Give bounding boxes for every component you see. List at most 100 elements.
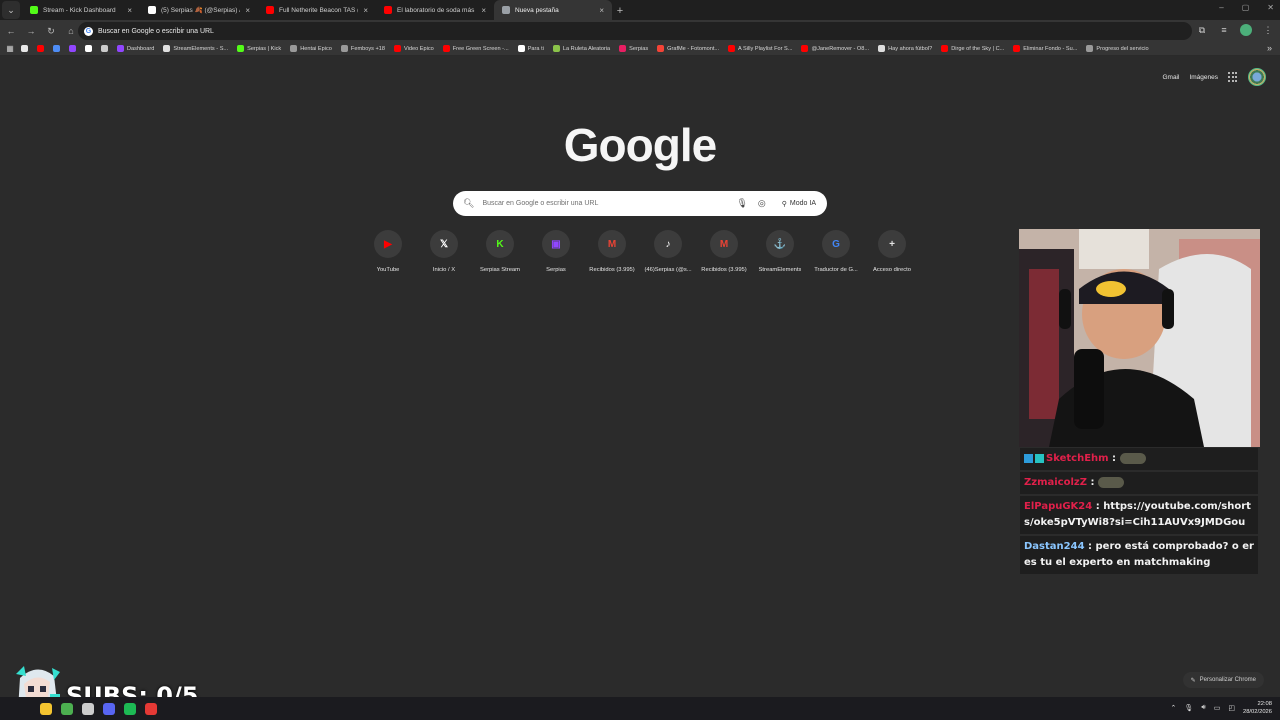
spotify-icon[interactable] (124, 702, 136, 715)
shortcut-label: Serpias (546, 267, 566, 273)
bookmark-item[interactable]: Serpias (619, 45, 648, 52)
bookmark-favicon-icon (53, 45, 60, 52)
shortcut-label: StreamElements (758, 267, 802, 273)
bookmark-item[interactable]: Progreso del servicio (1086, 45, 1149, 52)
shortcut-tile[interactable]: + Acceso directo (864, 230, 920, 273)
browser-tab[interactable]: Nueva pestaña × (494, 0, 612, 20)
browser-tab[interactable]: (5) Serpias 🍂 (@Serpias) / X × (140, 0, 258, 20)
tray-chevron-icon[interactable]: ⌃ (1171, 704, 1177, 712)
search-placeholder[interactable]: Buscar en Google o escribir una URL (482, 200, 736, 207)
back-button[interactable]: ← (2, 22, 20, 40)
discord-icon[interactable] (103, 702, 115, 715)
ai-mode-button[interactable]: ⚲ Modo IA (776, 195, 822, 212)
search-box[interactable]: 🔍︎ Buscar en Google o escribir una URL 🎙… (453, 191, 827, 216)
add-icon: + (878, 230, 906, 258)
maximize-button[interactable]: ▢ (1242, 3, 1250, 12)
bookmark-item[interactable]: Dirge of the Sky | C... (941, 45, 1004, 52)
google-apps-icon[interactable] (1228, 72, 1238, 82)
shortcut-tile[interactable]: ♪ (46)Serpias (@s... (640, 230, 696, 273)
bookmark-item[interactable] (101, 45, 108, 52)
media-controls-icon[interactable]: ≡ (1218, 24, 1230, 36)
chrome-icon[interactable] (61, 702, 73, 715)
gmail-link[interactable]: Gmail (1162, 74, 1179, 81)
profile-avatar[interactable] (1240, 24, 1252, 36)
browser-tab[interactable]: Full Netherite Beacon TAS (4 m × (258, 0, 376, 20)
bookmark-item[interactable]: Eliminar Fondo - Su... (1013, 45, 1077, 52)
extensions-icon[interactable]: ⧉ (1196, 24, 1208, 36)
volume-icon[interactable]: 🔊︎ (1201, 704, 1205, 712)
browser-tab[interactable]: El laboratorio de soda más ava × (376, 0, 494, 20)
bookmark-item[interactable]: Dashboard (117, 45, 154, 52)
bookmarks-overflow-icon[interactable]: » (1267, 43, 1272, 53)
chat-username[interactable]: Dastan244 (1024, 541, 1085, 552)
bookmark-item[interactable]: Para ti (517, 45, 544, 52)
bookmark-item[interactable]: A Silly Playlist For S... (728, 45, 792, 52)
bookmark-item[interactable]: Hentai Epico (290, 45, 332, 52)
address-bar[interactable]: G Buscar en Google o escribir una URL (78, 22, 1192, 40)
shortcut-tile[interactable]: G Traductor de G... (808, 230, 864, 273)
apps-icon[interactable]: ▦ (4, 43, 16, 55)
microphone-tray-icon[interactable]: 🎙︎ (1184, 704, 1193, 712)
close-tab-icon[interactable]: × (127, 6, 132, 15)
chat-separator: : (1086, 477, 1098, 488)
bookmark-item[interactable] (69, 45, 76, 52)
chat-message: ZzmaicolzZ : (1020, 472, 1258, 494)
bookmark-item[interactable] (53, 45, 60, 52)
obs-icon[interactable] (82, 702, 94, 715)
bookmark-item[interactable]: Hay ahora fútbol? (878, 45, 932, 52)
taskbar-apps (40, 702, 157, 715)
account-avatar[interactable] (1248, 68, 1266, 86)
shortcut-tile[interactable]: 𝕏 Inicio / X (416, 230, 472, 273)
chat-username[interactable]: ZzmaicolzZ (1024, 477, 1087, 488)
close-tab-icon[interactable]: × (245, 6, 250, 15)
bookmark-item[interactable]: Femboys +18 (340, 45, 385, 52)
bookmark-label: A Silly Playlist For S... (738, 45, 793, 52)
shortcut-tile[interactable]: ▶ YouTube (360, 230, 416, 273)
shortcut-tile[interactable]: ⚓ StreamElements (752, 230, 808, 273)
close-window-button[interactable]: ✕ (1267, 3, 1274, 12)
shortcut-tile[interactable]: M Recibidos (3.995) (584, 230, 640, 273)
new-tab-button[interactable]: + (612, 2, 628, 20)
menu-icon[interactable]: ⋮ (1262, 24, 1274, 36)
shortcut-tile[interactable]: K Serpias Stream (472, 230, 528, 273)
microphone-icon[interactable]: 🎙︎ (736, 198, 747, 209)
minimize-button[interactable]: – (1219, 3, 1223, 12)
shortcut-tile[interactable]: M Recibidos (3.995) (696, 230, 752, 273)
bookmark-item[interactable] (85, 45, 92, 52)
bookmark-favicon-icon (941, 45, 949, 52)
bookmark-item[interactable]: La Ruleta Aleatoria (552, 45, 610, 52)
bookmark-item[interactable] (21, 45, 28, 52)
reload-button[interactable]: ↻ (42, 22, 60, 40)
file-explorer-icon[interactable] (40, 702, 52, 715)
images-link[interactable]: Imágenes (1189, 74, 1218, 81)
notification-icon[interactable]: ◰ (1228, 704, 1235, 712)
close-tab-icon[interactable]: × (599, 6, 604, 15)
customize-chrome-button[interactable]: ✎ Personalizar Chrome (1182, 672, 1264, 688)
close-tab-icon[interactable]: × (481, 6, 486, 15)
network-icon[interactable]: ▭ (1214, 704, 1221, 712)
tab-title: El laboratorio de soda más ava (397, 6, 476, 14)
record-icon[interactable] (145, 702, 157, 715)
bookmark-item[interactable]: Free Green Screen -... (442, 45, 509, 52)
close-tab-icon[interactable]: × (363, 6, 368, 15)
bookmark-favicon-icon (117, 45, 124, 52)
bookmark-favicon-icon (237, 45, 245, 52)
chat-username[interactable]: ElPapuGK24 (1024, 501, 1092, 512)
bookmark-item[interactable]: StreamElements - S... (163, 45, 228, 52)
browser-tab[interactable]: Stream - Kick Dashboard × (22, 0, 140, 20)
chat-username[interactable]: SketchEhm (1046, 453, 1109, 464)
bookmark-favicon-icon (21, 45, 28, 52)
clock[interactable]: 22:08 28/02/2026 (1243, 700, 1272, 716)
forward-button[interactable]: → (22, 22, 40, 40)
gmail-icon: M (710, 230, 738, 258)
bookmark-item[interactable]: Serpias | Kick (237, 45, 281, 52)
bookmark-item[interactable] (37, 45, 44, 52)
chat-message: ElPapuGK24 : https://youtube.com/shorts/… (1020, 496, 1258, 534)
bookmark-item[interactable]: @JaneRemover - O8... (801, 45, 869, 52)
tab-search-button[interactable]: ⌄ (2, 1, 20, 19)
shortcut-tile[interactable]: ▣ Serpias (528, 230, 584, 273)
bookmark-item[interactable]: Video Epico (393, 45, 434, 52)
lens-icon[interactable]: ◎ (758, 198, 766, 209)
bookmark-item[interactable]: GrafMe - Fotomont... (657, 45, 719, 52)
bookmarks-bar: ▦ Dashboard StreamElements - S... Serpias … (0, 42, 1280, 56)
